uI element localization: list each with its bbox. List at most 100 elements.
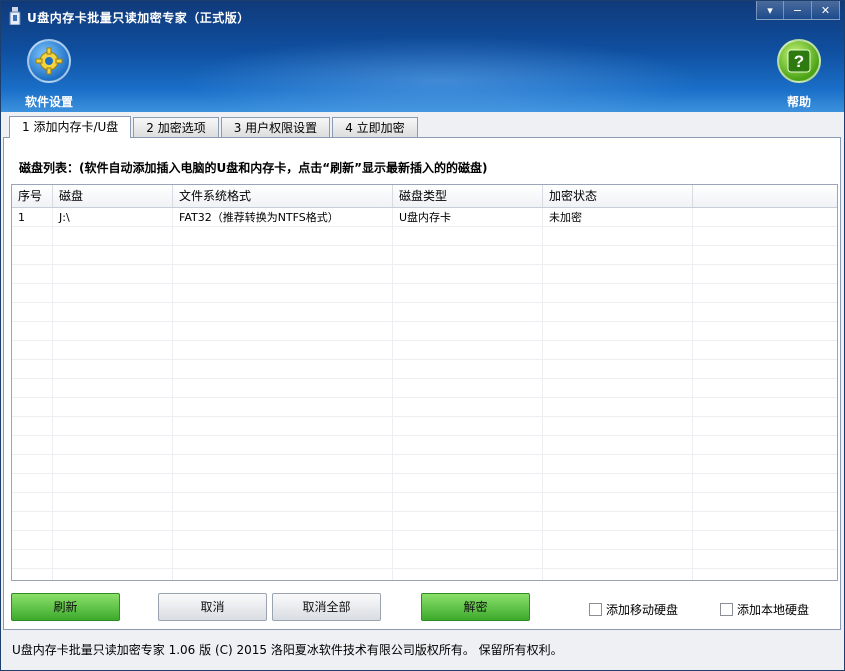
empty-row: [12, 493, 837, 512]
svg-text:?: ?: [794, 52, 804, 71]
window-controls: ▾ − ✕: [756, 1, 840, 21]
empty-cell: [393, 569, 543, 580]
empty-cell: [543, 227, 693, 245]
empty-cell: [12, 360, 53, 378]
empty-row: [12, 531, 837, 550]
empty-cell: [693, 322, 837, 340]
settings-button[interactable]: 软件设置: [23, 39, 75, 110]
empty-cell: [173, 246, 393, 264]
empty-cell: [53, 531, 173, 549]
column-header[interactable]: 磁盘: [53, 185, 173, 207]
empty-cell: [393, 512, 543, 530]
empty-cell: [543, 436, 693, 454]
empty-cell: [393, 265, 543, 283]
empty-cell: [53, 303, 173, 321]
add-local-checkbox[interactable]: 添加本地硬盘: [720, 601, 809, 618]
cancel-button[interactable]: 取消: [158, 593, 267, 621]
empty-cell: [12, 227, 53, 245]
tab-encrypt-options[interactable]: 2 加密选项: [133, 117, 219, 138]
empty-cell: [543, 455, 693, 473]
column-header[interactable]: 序号: [12, 185, 53, 207]
empty-cell: [173, 227, 393, 245]
empty-cell: [12, 417, 53, 435]
empty-cell: [53, 322, 173, 340]
empty-cell: [393, 493, 543, 511]
empty-cell: [693, 303, 837, 321]
empty-cell: [543, 550, 693, 568]
empty-cell: [53, 227, 173, 245]
add-removable-checkbox[interactable]: 添加移动硬盘: [589, 601, 678, 618]
settings-label: 软件设置: [24, 95, 73, 109]
empty-row: [12, 303, 837, 322]
refresh-button[interactable]: 刷新: [11, 593, 120, 621]
title-header: U盘内存卡批量只读加密专家（正式版） ▾ − ✕ 软件设置 ? 帮助: [1, 1, 844, 112]
empty-cell: [543, 569, 693, 580]
status-bar: U盘内存卡批量只读加密专家 1.06 版 (C) 2015 洛阳夏冰软件技术有限…: [12, 643, 563, 657]
empty-cell: [53, 360, 173, 378]
column-header[interactable]: 加密状态: [543, 185, 693, 207]
table-cell: 未加密: [543, 208, 693, 226]
empty-cell: [53, 265, 173, 283]
empty-cell: [12, 284, 53, 302]
empty-cell: [173, 303, 393, 321]
empty-cell: [693, 398, 837, 416]
table-cell: J:\: [53, 208, 173, 226]
empty-cell: [543, 379, 693, 397]
tab-panel: 磁盘列表：(软件自动添加插入电脑的U盘和内存卡，点击“刷新”显示最新插入的的磁盘…: [3, 137, 841, 630]
empty-cell: [173, 417, 393, 435]
empty-cell: [12, 379, 53, 397]
empty-row: [12, 417, 837, 436]
tab-add-disk[interactable]: 1 添加内存卡/U盘: [9, 116, 132, 138]
disk-table[interactable]: 序号 磁盘 文件系统格式 磁盘类型 加密状态 1 J:\ FAT32（推荐转换为…: [11, 184, 838, 581]
cancel-all-button[interactable]: 取消全部: [272, 593, 381, 621]
table-row[interactable]: 1 J:\ FAT32（推荐转换为NTFS格式） U盘内存卡 未加密: [12, 208, 837, 227]
empty-cell: [53, 417, 173, 435]
empty-cell: [693, 569, 837, 580]
empty-cell: [393, 417, 543, 435]
disk-list-label: 磁盘列表：(软件自动添加插入电脑的U盘和内存卡，点击“刷新”显示最新插入的的磁盘…: [19, 161, 488, 175]
empty-cell: [53, 284, 173, 302]
column-header[interactable]: 磁盘类型: [393, 185, 543, 207]
empty-cell: [543, 417, 693, 435]
empty-cell: [693, 531, 837, 549]
empty-cell: [12, 474, 53, 492]
close-button[interactable]: ✕: [812, 1, 840, 20]
empty-row: [12, 436, 837, 455]
empty-cell: [173, 379, 393, 397]
empty-row: [12, 455, 837, 474]
empty-cell: [543, 322, 693, 340]
column-header[interactable]: 文件系统格式: [173, 185, 393, 207]
empty-cell: [393, 531, 543, 549]
checkbox-label: 添加本地硬盘: [737, 603, 810, 617]
empty-cell: [693, 417, 837, 435]
empty-cell: [173, 322, 393, 340]
checkbox-box[interactable]: [720, 603, 733, 616]
empty-row: [12, 474, 837, 493]
checkbox-box[interactable]: [589, 603, 602, 616]
window-title: U盘内存卡批量只读加密专家（正式版）: [27, 11, 250, 25]
empty-cell: [543, 341, 693, 359]
empty-cell: [53, 436, 173, 454]
help-button[interactable]: ? 帮助: [777, 39, 821, 110]
empty-row: [12, 246, 837, 265]
empty-cell: [53, 569, 173, 580]
empty-row: [12, 265, 837, 284]
empty-cell: [173, 474, 393, 492]
empty-cell: [53, 512, 173, 530]
decrypt-button[interactable]: 解密: [421, 593, 530, 621]
menu-dropdown-button[interactable]: ▾: [756, 1, 784, 20]
empty-cell: [53, 246, 173, 264]
checkbox-label: 添加移动硬盘: [606, 603, 679, 617]
empty-cell: [173, 493, 393, 511]
empty-cell: [693, 227, 837, 245]
tab-user-permissions[interactable]: 3 用户权限设置: [220, 117, 331, 138]
empty-cell: [693, 265, 837, 283]
empty-cell: [173, 398, 393, 416]
empty-row: [12, 284, 837, 303]
minimize-button[interactable]: −: [784, 1, 812, 20]
empty-cell: [12, 569, 53, 580]
empty-cell: [173, 512, 393, 530]
empty-cell: [12, 398, 53, 416]
empty-cell: [173, 569, 393, 580]
tab-encrypt-now[interactable]: 4 立即加密: [332, 117, 418, 138]
